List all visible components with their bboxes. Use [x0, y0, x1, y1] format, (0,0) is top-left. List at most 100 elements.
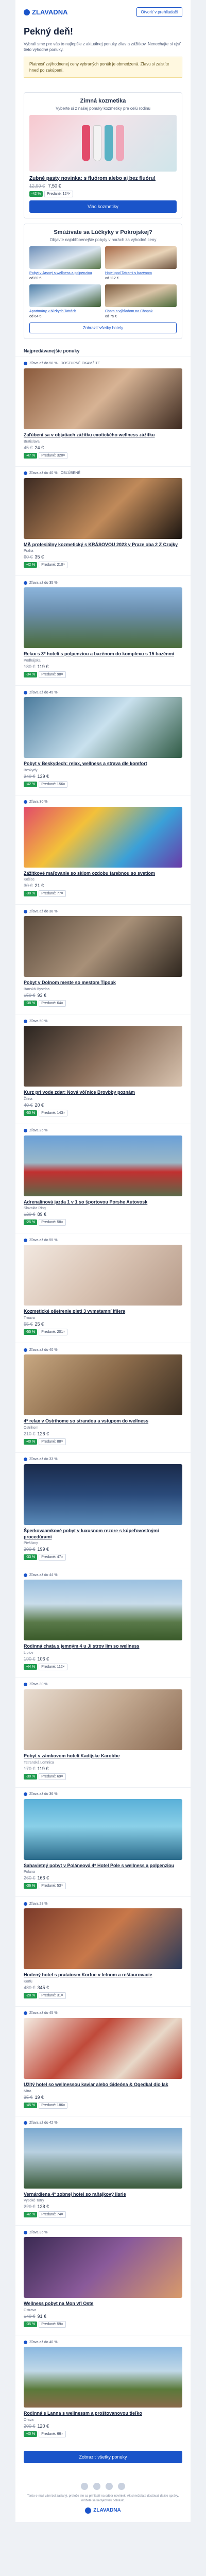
deal-image[interactable]: [24, 916, 182, 977]
promo-product-title[interactable]: Zubné pasty novinka: s fluórom alebo aj …: [29, 176, 177, 181]
sold-badge: Predané: 201×: [39, 1329, 68, 1336]
tag-icon: [24, 690, 27, 694]
deal-item[interactable]: Zľava až do 36 % Sahavietný pobyt v Polá…: [15, 1787, 191, 1897]
deal-image[interactable]: [24, 2237, 182, 2298]
deal-title[interactable]: Kurz pri vode zdar: Nová vôľnice Brovbby…: [24, 1090, 182, 1096]
deal-image[interactable]: [24, 1580, 182, 1641]
deal-header: Zľava až do 36 %: [24, 1792, 182, 1797]
deal-image[interactable]: [24, 2018, 182, 2079]
deal-title[interactable]: Zážitkové maľovanie so sklom ozdobu fare…: [24, 871, 182, 877]
deal-header: Zľava 30 %: [24, 800, 182, 805]
deal-item[interactable]: Zľava až do 35 % Relax s 3* hoteli s pol…: [15, 575, 191, 685]
mountain-item[interactable]: Pobyt v Jasnej s wellness a polpenziou o…: [29, 246, 101, 280]
deal-badges: -30 % Predané: 77×: [24, 890, 182, 897]
deal-image[interactable]: [24, 1908, 182, 1970]
deal-item[interactable]: Zľava 50 % Kurz pri vode zdar: Nová vôľn…: [15, 1014, 191, 1124]
deal-location: Orava: [24, 2418, 34, 2422]
facebook-icon[interactable]: [81, 2482, 88, 2490]
deal-title[interactable]: Relax s 3* hoteli s polpenziou a bazénom…: [24, 651, 182, 657]
tag-icon: [24, 1348, 27, 1352]
deal-item[interactable]: Zľava až do 42 % Vernárdiena 4* zobnej h…: [15, 2115, 191, 2226]
header: ZLAVADNA Otvoriť v prehliadači: [15, 0, 191, 22]
new-price: 19 €: [35, 2094, 44, 2100]
deal-item[interactable]: Zľava 25 % Adrenalínová jazda 1 v 1 so š…: [15, 1123, 191, 1233]
deal-image[interactable]: [24, 587, 182, 649]
sold-badge: Predané: 124×: [44, 190, 74, 197]
deal-item[interactable]: Zľava 30 % Zážitkové maľovanie so sklom …: [15, 794, 191, 905]
deal-title[interactable]: Kozmetické ošetrenie pleti 3 vymetamní l…: [24, 1309, 182, 1315]
deal-item[interactable]: Zľava až do 40 % 4* relax v Ostrihome so…: [15, 1343, 191, 1452]
deal-title[interactable]: Šperkovaamkové pobyt v luxusnom rezore s…: [24, 1528, 182, 1540]
deal-title[interactable]: Pobyt v zámkovom hoteli Kadijske Karobbe: [24, 1753, 182, 1759]
deal-image[interactable]: [24, 1689, 182, 1750]
new-price: 128 €: [37, 2204, 49, 2210]
all-hotels-button[interactable]: Zobraziť všetky hotely: [29, 322, 177, 333]
deal-image[interactable]: [24, 2127, 182, 2189]
deal-item[interactable]: Zľava 35 % Wellness pobyt na Mon vfl Ost…: [15, 2225, 191, 2335]
deal-title[interactable]: Wellness pobyt na Mon vfl Oste: [24, 2301, 182, 2307]
deal-title[interactable]: Vernárdiena 4* zobnej hotel so raňajkový…: [24, 2192, 182, 2198]
deal-title[interactable]: Užitý hotel so wellnessou kaviar alebo G…: [24, 2082, 182, 2088]
deal-title[interactable]: Pobyt v Dolnom meste so mestom Tipopk: [24, 980, 182, 986]
deal-header: Zľava až do 40 %: [24, 2340, 182, 2345]
deal-title[interactable]: MÄ profesiálny kozmetický s KRÁSOVOU 202…: [24, 542, 182, 548]
mountain-item[interactable]: Hotel pod Tatrami s bazénom od 112 €: [105, 246, 177, 280]
deal-image[interactable]: [24, 697, 182, 758]
deal-header-text: Zľava až do 35 %: [29, 581, 58, 585]
instagram-icon[interactable]: [93, 2482, 100, 2490]
youtube-icon[interactable]: [106, 2482, 113, 2490]
deal-item[interactable]: Zľava 30 % Pobyt v zámkovom hoteli Kadij…: [15, 1677, 191, 1787]
deal-item[interactable]: Zľava až do 40 % Rodinná s Lanna s welln…: [15, 2335, 191, 2445]
deal-title[interactable]: 4* relax v Ostrihome so strandou a vstup…: [24, 1418, 182, 1425]
open-in-browser-button[interactable]: Otvoriť v prehliadači: [136, 7, 182, 17]
deal-item[interactable]: Zľava až do 38 % Pobyt v Dolnom meste so…: [15, 904, 191, 1014]
mountains-grid: Pobyt v Jasnej s wellness a polpenziou o…: [29, 246, 177, 318]
deal-title[interactable]: Adrenalínová jazda 1 v 1 so športovou Po…: [24, 1199, 182, 1206]
deal-image[interactable]: [24, 1464, 182, 1525]
deal-image[interactable]: [24, 1354, 182, 1416]
deal-image[interactable]: [24, 2347, 182, 2408]
deal-title[interactable]: Pobyt v Beskydech: relax, wellness a str…: [24, 761, 182, 767]
deal-image[interactable]: [24, 1245, 182, 1306]
deal-image[interactable]: [24, 806, 182, 868]
deal-title[interactable]: Rodinná chata s jemným 4 u Ji strov lim …: [24, 1643, 182, 1650]
deal-price: 240 €139 €: [24, 774, 182, 779]
deal-item[interactable]: Zľava 28 % Hodený hotel s prataiosm Korf…: [15, 1896, 191, 2006]
deal-image[interactable]: [24, 1799, 182, 1860]
deal-header-text: Zľava 30 %: [29, 1683, 48, 1687]
new-price: 119 €: [37, 1766, 49, 1771]
deal-title[interactable]: Hodený hotel s prataiosm Korfue v letnom…: [24, 1972, 182, 1978]
deal-image[interactable]: [24, 478, 182, 539]
deal-item[interactable]: Zľava až do 55 % Kozmetické ošetrenie pl…: [15, 1233, 191, 1343]
brand-logo[interactable]: ZLAVADNA: [24, 8, 68, 16]
product-tube-icon: [116, 125, 124, 161]
sold-badge: Predané: 98×: [39, 671, 66, 678]
promo-product-image[interactable]: [29, 114, 177, 172]
deal-item[interactable]: Zľava až do 33 % Šperkovaamkové pobyt v …: [15, 1452, 191, 1568]
deal-badges: -40 % Predané: 88×: [24, 1438, 182, 1445]
deal-price: 300 €199 €: [24, 1547, 182, 1552]
deal-location: Nitra: [24, 2089, 31, 2093]
deal-header-text: Zľava až do 50 % · DOSTUPNÉ OKAMŽITE: [29, 362, 100, 366]
deal-title[interactable]: Rodinná s Lanna s wellnessm a proštovano…: [24, 2411, 182, 2417]
deal-item[interactable]: Zľava až do 45 % Užitý hotel so wellness…: [15, 2006, 191, 2116]
deal-item[interactable]: Zľava až do 44 % Rodinná chata s jemným …: [15, 1568, 191, 1677]
all-offers-button[interactable]: Zobraziť všetky ponuky: [24, 2450, 182, 2463]
deal-title[interactable]: Sahavietný pobyt v Poláneová 4* Hotel Po…: [24, 1863, 182, 1869]
tiktok-icon[interactable]: [118, 2482, 125, 2490]
footer-logo[interactable]: ZLAVADNA: [24, 2507, 182, 2514]
deal-item[interactable]: Zľava až do 50 % · DOSTUPNÉ OKAMŽITE Zaľ…: [15, 356, 191, 466]
discount-badge: -35 %: [24, 2321, 38, 2327]
discount-badge: -36 %: [24, 1883, 38, 1889]
mountain-item[interactable]: Apartmány v Nízkych Tatrách od 64 €: [29, 284, 101, 318]
new-price: 106 €: [37, 1656, 49, 1662]
deal-image[interactable]: [24, 1026, 182, 1087]
deal-title[interactable]: Zaľúbení sa v objatiach zážitku exotické…: [24, 432, 182, 438]
more-cosmetics-button[interactable]: Viac kozmetiky: [29, 200, 177, 213]
deal-image[interactable]: [24, 1135, 182, 1196]
mountain-item[interactable]: Chata s výhľadom na Chopok od 75 €: [105, 284, 177, 318]
deal-item[interactable]: Zľava až do 40 % · OBĽÚBENÉ MÄ profesiál…: [15, 466, 191, 576]
tag-icon: [24, 1238, 27, 1242]
deal-item[interactable]: Zľava až do 45 % Pobyt v Beskydech: rela…: [15, 685, 191, 795]
deal-image[interactable]: [24, 368, 182, 429]
